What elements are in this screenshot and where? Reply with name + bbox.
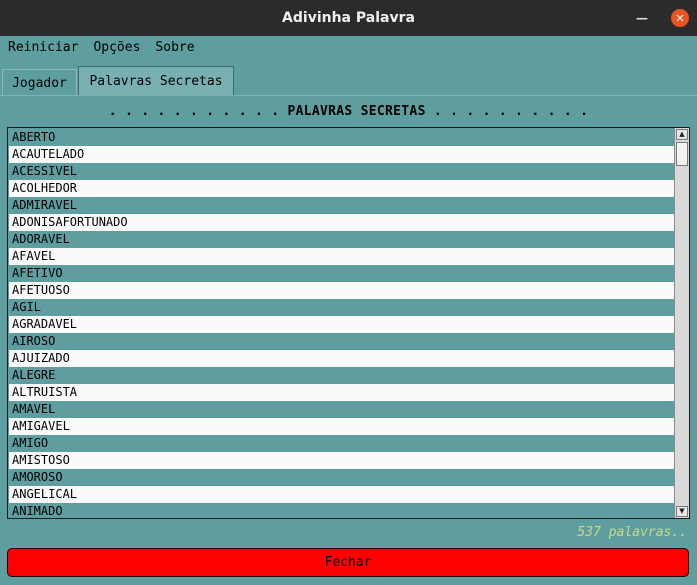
fechar-button[interactable]: Fechar <box>7 548 689 577</box>
menu-opcoes[interactable]: Opções <box>93 40 140 55</box>
menu-reiniciar[interactable]: Reiniciar <box>8 40 78 55</box>
window-title: Adivinha Palavra <box>282 10 415 26</box>
word-count: 537 palavras.. <box>577 525 687 540</box>
list-item[interactable]: AMAVEL <box>9 401 675 418</box>
words-listbox[interactable]: ABERTO ACAUTELADO ACESSIVEL ACOLHEDOR ADMIRA… <box>7 127 690 519</box>
list-item[interactable]: AMISTOSO <box>9 452 675 469</box>
section-heading: . . . . . . . . . . . PALAVRAS SECRETAS … <box>108 104 589 119</box>
word-list: ABERTO ACAUTELADO ACESSIVEL ACOLHEDOR ADMIRA… <box>9 129 675 518</box>
list-item[interactable]: AFETUOSO <box>9 282 675 299</box>
tab-palavras-secretas[interactable]: Palavras Secretas <box>78 66 234 96</box>
list-item[interactable]: AMIGAVEL <box>9 418 675 435</box>
list-item[interactable]: AFAVEL <box>9 248 675 265</box>
menu-sobre[interactable]: Sobre <box>155 40 194 55</box>
title-bar: Adivinha Palavra — □ ✕ <box>0 0 697 36</box>
list-item[interactable]: AGIL <box>9 299 675 316</box>
list-item[interactable]: AMOROSO <box>9 469 675 486</box>
list-item[interactable]: ANIMADO <box>9 503 675 518</box>
list-item[interactable]: AIROSO <box>9 333 675 350</box>
list-item[interactable]: ANGELICAL <box>9 486 675 503</box>
vertical-scrollbar[interactable]: ▲ ▼ <box>674 128 689 518</box>
scroll-thumb[interactable] <box>676 142 688 166</box>
menu-bar: Reiniciar Opções Sobre <box>0 36 697 58</box>
list-item[interactable]: ADMIRAVEL <box>9 197 675 214</box>
scroll-down-arrow-icon[interactable]: ▼ <box>676 506 688 517</box>
tab-jogador[interactable]: Jogador <box>2 69 77 96</box>
close-icon[interactable]: ✕ <box>671 9 689 27</box>
list-item[interactable]: ACESSIVEL <box>9 163 675 180</box>
list-item[interactable]: AFETIVO <box>9 265 675 282</box>
list-item[interactable]: ADONISAFORTUNADO <box>9 214 675 231</box>
list-item[interactable]: AGRADAVEL <box>9 316 675 333</box>
list-item[interactable]: ACAUTELADO <box>9 146 675 163</box>
list-item[interactable]: ABERTO <box>9 129 675 146</box>
list-item[interactable]: ADORAVEL <box>9 231 675 248</box>
tab-bar: Jogador Palavras Secretas <box>0 66 697 96</box>
list-item[interactable]: ACOLHEDOR <box>9 180 675 197</box>
minimize-icon[interactable]: — <box>634 10 650 26</box>
list-item[interactable]: AJUIZADO <box>9 350 675 367</box>
scroll-up-arrow-icon[interactable]: ▲ <box>676 129 688 140</box>
list-item[interactable]: ALTRUISTA <box>9 384 675 401</box>
list-item[interactable]: AMIGO <box>9 435 675 452</box>
list-item[interactable]: ALEGRE <box>9 367 675 384</box>
tab-divider <box>0 95 697 96</box>
